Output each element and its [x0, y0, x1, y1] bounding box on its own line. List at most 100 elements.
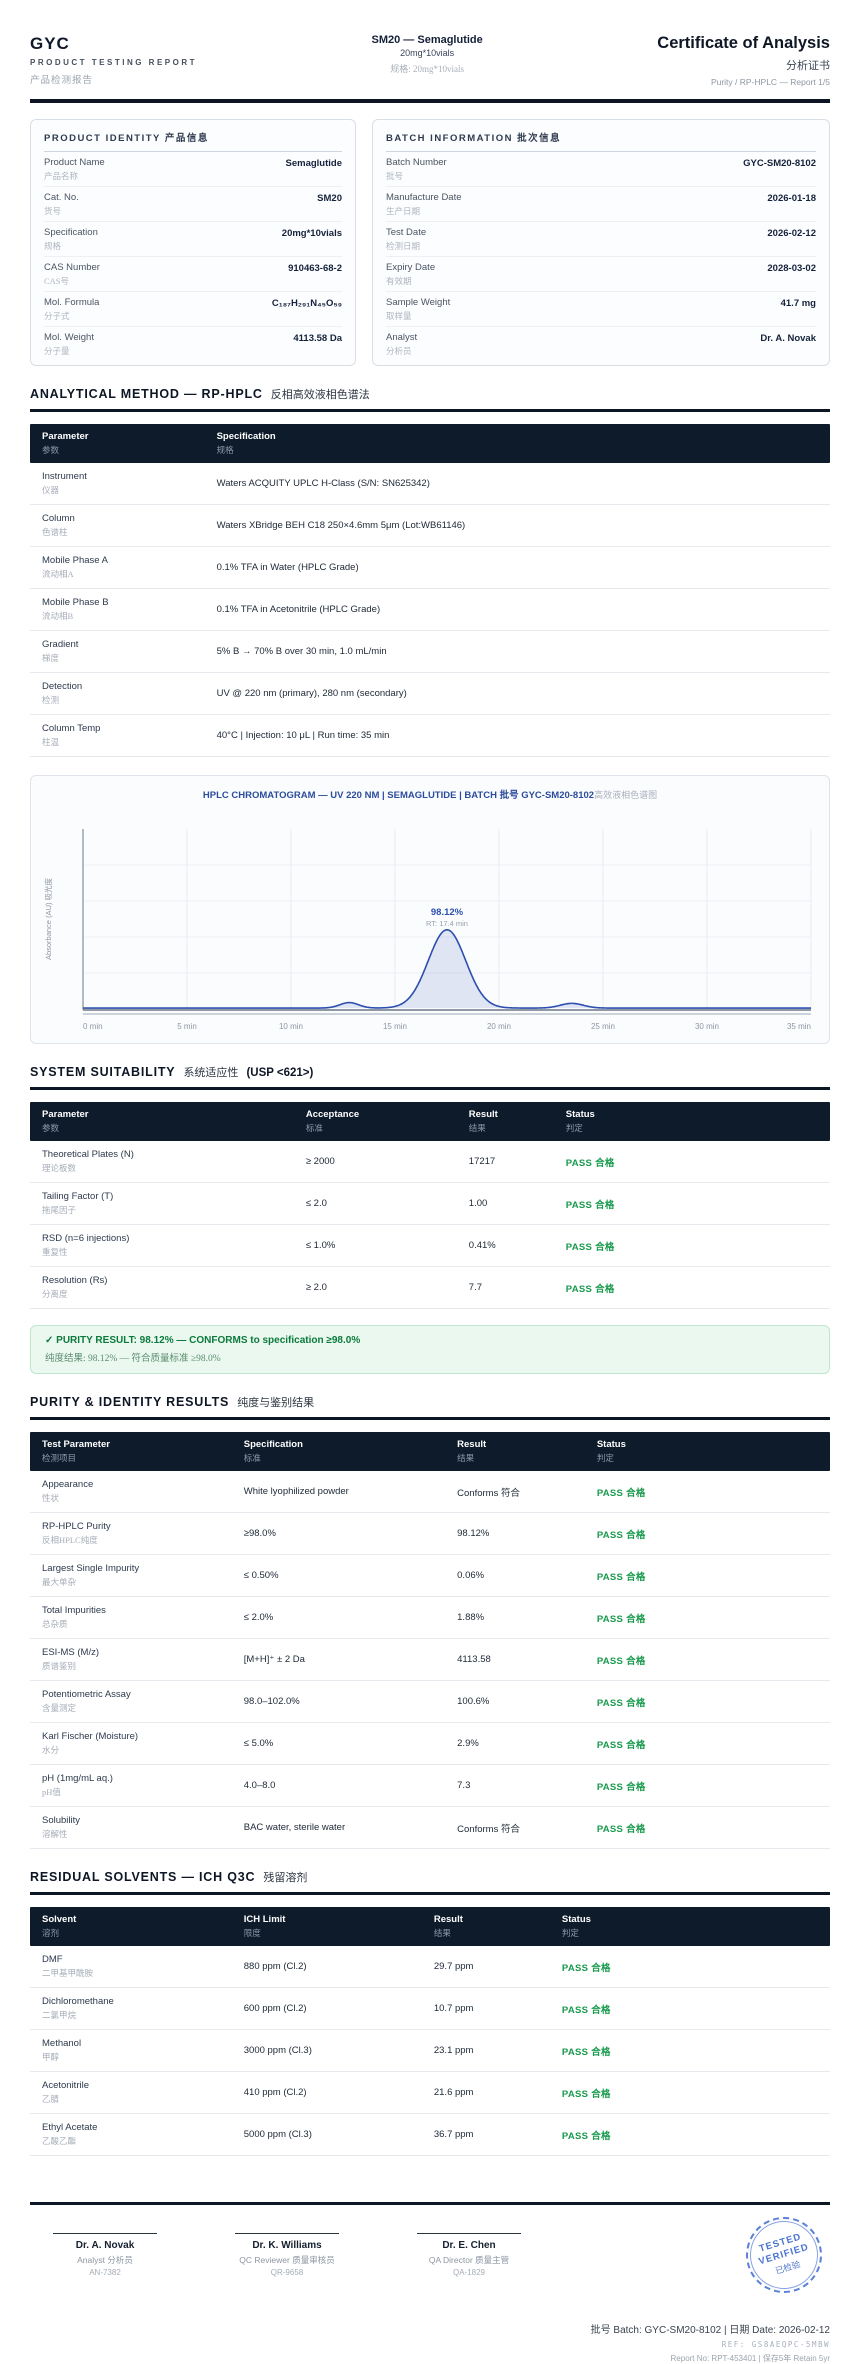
cell-acceptance: ≤ 1.0%: [306, 1240, 469, 1251]
cell-result: Conforms 符合: [457, 1485, 597, 1499]
cell-parameter-cn: 检测: [42, 694, 217, 706]
signature-id: QR-9658: [212, 2268, 362, 2277]
cell-test-parameter-en: RP-HPLC Purity: [42, 1521, 244, 1532]
cell-specification: [M+H]⁺ ± 2 Da: [244, 1654, 457, 1665]
cell-parameter-en: Gradient: [42, 639, 217, 650]
signature-name: Dr. A. Novak: [30, 2240, 180, 2251]
col-status-cn: 判定: [597, 1452, 818, 1464]
cell-ich-limit: 3000 ppm (Cl.3): [244, 2045, 434, 2056]
section-title-cn: 反相高效液相色谱法: [271, 386, 370, 402]
cell-parameter-cn: 色谱柱: [42, 526, 217, 538]
cell-ich-limit: 600 ppm (Cl.2): [244, 2003, 434, 2014]
footer-body: Dr. A. Novak Analyst 分析员 AN-7382 Dr. K. …: [30, 2233, 830, 2277]
method-table-header: Parameter 参数 Specification 规格: [30, 424, 830, 463]
col-parameter-en: Parameter: [42, 431, 217, 442]
col-test-parameter-cn: 检测项目: [42, 1452, 244, 1464]
cell-result: 17217: [469, 1156, 566, 1167]
purity-table-body: Appearance 性状 White lyophilized powder C…: [30, 1471, 830, 1849]
verification-stamp: TESTED VERIFIED 已检验: [746, 2217, 822, 2293]
cell-parameter-cn: 分离度: [42, 1288, 306, 1300]
col-result-en: Result: [469, 1109, 566, 1120]
info-row: Sample Weight 取样量 41.7 mg: [386, 292, 816, 327]
cell-parameter: Resolution (Rs) 分离度: [42, 1275, 306, 1300]
info-label: Mol. Formula 分子式: [44, 297, 99, 322]
col-acceptance: Acceptance 标准: [306, 1109, 469, 1134]
cell-solvent-cn: 甲醇: [42, 2051, 244, 2063]
cell-specification: 0.1% TFA in Acetonitrile (HPLC Grade): [217, 604, 818, 615]
info-label: Analyst 分析员: [386, 332, 417, 357]
table-row: Tailing Factor (T) 拖尾因子 ≤ 2.0 1.00 PASS …: [30, 1183, 830, 1225]
report-type-cn: 产品检测报告: [30, 72, 197, 86]
signature-line: [417, 2233, 521, 2234]
info-label-cn: 分子式: [44, 310, 99, 322]
cell-test-parameter: Karl Fischer (Moisture) 水分: [42, 1731, 244, 1756]
status-badge: PASS 合格: [597, 1695, 818, 1709]
cell-parameter-cn: 拖尾因子: [42, 1204, 306, 1216]
col-specification-cn: 规格: [217, 444, 818, 456]
cell-test-parameter: ESI-MS (M/z) 质谱鉴别: [42, 1647, 244, 1672]
info-row: Mol. Formula 分子式 C₁₈₇H₂₉₁N₄₅O₅₉: [44, 292, 342, 327]
signature-role: QA Director 质量主管: [394, 2254, 544, 2266]
table-row: Solubility 溶解性 BAC water, sterile water …: [30, 1807, 830, 1849]
info-label-en: Mol. Weight: [44, 332, 94, 343]
info-value: 20mg*10vials: [282, 227, 342, 239]
document-subtitle: Purity / RP-HPLC — Report 1/5: [657, 77, 830, 87]
section-divider: [30, 409, 830, 412]
info-value: 2028-03-02: [767, 262, 816, 274]
cell-parameter-en: Detection: [42, 681, 217, 692]
col-status-en: Status: [597, 1439, 818, 1450]
table-row: RP-HPLC Purity 反相HPLC纯度 ≥98.0% 98.12% PA…: [30, 1513, 830, 1555]
table-row: DMF 二甲基甲酰胺 880 ppm (Cl.2) 29.7 ppm PASS …: [30, 1946, 830, 1988]
cell-parameter: Mobile Phase A 流动相A: [42, 555, 217, 580]
col-acceptance-en: Acceptance: [306, 1109, 469, 1120]
svg-text:35 min: 35 min: [787, 1022, 811, 1031]
product-identity-rows: Product Name 产品名称 Semaglutide Cat. No. 货…: [44, 152, 342, 361]
cell-test-parameter-cn: 含量测定: [42, 1702, 244, 1714]
section-analytical-method: ANALYTICAL METHOD — RP-HPLC 反相高效液相色谱法 Pa…: [30, 386, 830, 757]
cell-result: 4113.58: [457, 1654, 597, 1665]
cell-specification: 4.0–8.0: [244, 1780, 457, 1791]
info-row: Batch Number 批号 GYC-SM20-8102: [386, 152, 816, 187]
product-spec-line: 20mg*10vials: [372, 48, 483, 58]
table-row: Column 色谱柱 Waters XBridge BEH C18 250×4.…: [30, 505, 830, 547]
col-parameter-cn: 参数: [42, 444, 217, 456]
cell-result: 7.7: [469, 1282, 566, 1293]
info-label-en: Product Name: [44, 157, 105, 168]
col-specification-en: Specification: [244, 1439, 457, 1450]
cell-parameter-en: Theoretical Plates (N): [42, 1149, 306, 1160]
cell-parameter-en: Column: [42, 513, 217, 524]
col-specification: Specification 规格: [217, 431, 818, 456]
cell-ich-limit: 5000 ppm (Cl.3): [244, 2129, 434, 2140]
signature-blocks: Dr. A. Novak Analyst 分析员 AN-7382 Dr. K. …: [30, 2233, 576, 2277]
signature-id: AN-7382: [30, 2268, 180, 2277]
signature-block: Dr. E. Chen QA Director 质量主管 QA-1829: [394, 2233, 544, 2277]
section-purity-results: PURITY & IDENTITY RESULTS 纯度与鉴别结果 Test P…: [30, 1394, 830, 1849]
section-heading: ANALYTICAL METHOD — RP-HPLC 反相高效液相色谱法: [30, 386, 830, 402]
table-row: Detection 检测 UV @ 220 nm (primary), 280 …: [30, 673, 830, 715]
col-solvent-cn: 溶剂: [42, 1927, 244, 1939]
suitability-table: Parameter 参数 Acceptance 标准 Result 结果 Sta…: [30, 1102, 830, 1309]
footer-ref: REF: GS8AEQPC-5MBW: [591, 2340, 830, 2349]
status-badge: PASS 合格: [566, 1197, 818, 1211]
cell-test-parameter-cn: 性状: [42, 1492, 244, 1504]
report-type: PRODUCT TESTING REPORT: [30, 58, 197, 67]
purity-banner-line1: ✓ PURITY RESULT: 98.12% — CONFORMS to sp…: [45, 1335, 815, 1346]
info-label: Cat. No. 货号: [44, 192, 79, 217]
cell-parameter-cn: 仪器: [42, 484, 217, 496]
product-spec-cn-line: 规格: 20mg*10vials: [372, 62, 483, 75]
status-badge: PASS 合格: [562, 2002, 818, 2016]
col-specification: Specification 标准: [244, 1439, 457, 1464]
info-label-cn: CAS号: [44, 275, 100, 287]
cell-result: 23.1 ppm: [434, 2045, 562, 2056]
cell-result: 0.06%: [457, 1570, 597, 1581]
cell-result: 2.9%: [457, 1738, 597, 1749]
svg-text:20 min: 20 min: [487, 1022, 511, 1031]
cell-test-parameter-en: ESI-MS (M/z): [42, 1647, 244, 1658]
suitability-table-body: Theoretical Plates (N) 理论板数 ≥ 2000 17217…: [30, 1141, 830, 1309]
section-heading: RESIDUAL SOLVENTS — ICH Q3C 残留溶剂: [30, 1869, 830, 1885]
signature-line: [235, 2233, 339, 2234]
document-footer: Dr. A. Novak Analyst 分析员 AN-7382 Dr. K. …: [30, 2202, 830, 2277]
info-value: SM20: [317, 192, 342, 204]
info-label-en: Mol. Formula: [44, 297, 99, 308]
section-title-extra: (USP <621>): [246, 1067, 313, 1079]
